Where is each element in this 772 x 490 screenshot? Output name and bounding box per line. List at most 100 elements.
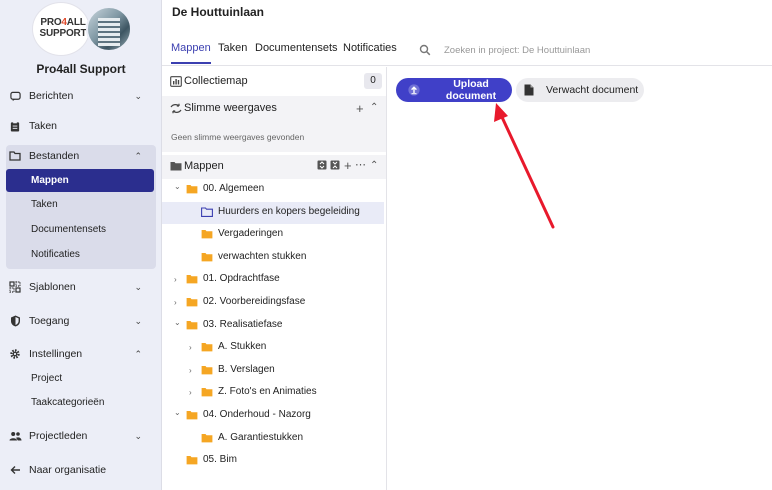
expected-document-label: Verwacht document	[546, 84, 639, 96]
sidebar-sub-taakcategorieen[interactable]: Taakcategorieën	[6, 391, 154, 414]
chevron-right-icon[interactable]: ›	[174, 275, 182, 284]
chevron-up-icon[interactable]: ⌃	[370, 160, 378, 171]
tree-folder-row[interactable]: ⌄ 04. Onderhoud - Nazorg	[162, 405, 384, 427]
collectiemap-row[interactable]: Collectiemap 0	[162, 70, 386, 92]
chevron-down-icon[interactable]: ⌄	[134, 431, 142, 442]
sidebar-item-projectleden[interactable]: Projectleden ⌄	[8, 425, 154, 447]
sidebar-sub-notificaties[interactable]: Notificaties	[6, 243, 154, 266]
chevron-down-icon[interactable]: ⌄	[174, 318, 182, 327]
chevron-right-icon[interactable]: ›	[189, 366, 197, 375]
tree-folder-row[interactable]: Huurders en kopers begeleiding	[162, 201, 384, 224]
tree-folder-row[interactable]: 05. Bim	[162, 450, 384, 472]
smart-views-icon	[170, 103, 182, 114]
chevron-right-icon[interactable]: ›	[189, 343, 197, 352]
folders-header[interactable]: Mappen + ⋯ ⌃	[162, 155, 386, 177]
page-title: De Houttuinlaan	[172, 5, 264, 19]
shield-icon	[8, 315, 22, 327]
folder-icon	[201, 365, 213, 375]
pro4all-logo: PRO4ALL SUPPORT	[32, 2, 90, 56]
sidebar-item-berichten[interactable]: Berichten ⌄	[8, 85, 154, 107]
tab-taken[interactable]: Taken	[218, 42, 247, 64]
tree-folder-row[interactable]: › 01. Opdrachtfase	[162, 269, 384, 291]
tree-folder-label: 03. Realisatiefase	[203, 318, 283, 330]
people-icon	[8, 431, 22, 441]
smart-views-empty-text: Geen slimme weergaves gevonden	[171, 132, 305, 142]
tree-folder-row[interactable]: › A. Stukken	[162, 337, 384, 359]
upload-icon	[408, 84, 420, 96]
sidebar-item-label: Instellingen	[29, 348, 83, 360]
chevron-right-icon[interactable]: ›	[174, 298, 182, 307]
tree-folder-label: Z. Foto's en Animaties	[218, 386, 317, 398]
plus-icon[interactable]: +	[344, 158, 352, 173]
tree-folder-row[interactable]: verwachten stukken	[162, 247, 384, 269]
collapse-all-icon[interactable]	[317, 160, 327, 173]
sidebar-item-bestanden[interactable]: Bestanden ⌃	[8, 145, 154, 167]
gear-icon	[8, 348, 22, 360]
folders-label: Mappen	[184, 160, 224, 172]
folder-icon	[8, 151, 22, 161]
tree-folder-label: 02. Voorbereidingsfase	[203, 296, 306, 307]
clipboard-icon	[8, 120, 22, 132]
chevron-down-icon[interactable]: ⌄	[174, 408, 182, 417]
tree-folder-row[interactable]: ⌄ 03. Realisatiefase	[162, 315, 384, 337]
smart-views-label: Slimme weergaves	[184, 102, 277, 114]
tree-folder-row[interactable]: › B. Verslagen	[162, 360, 384, 382]
plus-icon[interactable]: +	[356, 101, 364, 116]
chevron-down-icon[interactable]: ⌄	[134, 316, 142, 327]
project-photo	[86, 6, 132, 52]
tree-folder-label: 00. Algemeen	[203, 183, 265, 194]
sidebar-item-instellingen[interactable]: Instellingen ⌃	[8, 343, 154, 365]
chevron-down-icon[interactable]: ⌄	[134, 282, 142, 293]
folder-icon	[201, 342, 213, 352]
tab-mappen[interactable]: Mappen	[171, 42, 211, 64]
tree-folder-row[interactable]: Vergaderingen	[162, 224, 384, 246]
chevron-down-icon[interactable]: ⌄	[174, 182, 182, 191]
tree-folder-label: 04. Onderhoud - Nazorg	[203, 409, 311, 420]
chevron-up-icon[interactable]: ⌃	[134, 349, 142, 360]
chevron-up-icon[interactable]: ⌃	[134, 151, 142, 162]
tab-documentensets[interactable]: Documentensets	[255, 42, 338, 64]
tree-folder-row[interactable]: ⌄ 00. Algemeen	[162, 179, 384, 201]
template-icon	[8, 281, 22, 293]
chevron-down-icon[interactable]: ⌄	[134, 91, 142, 102]
sidebar-item-taken[interactable]: Taken	[8, 115, 154, 137]
project-header: De Houttuinlaan Mappen Taken Documentens…	[162, 0, 772, 66]
sidebar-item-toegang[interactable]: Toegang ⌄	[8, 310, 154, 332]
expand-all-icon[interactable]	[330, 160, 340, 173]
sidebar-sub-documentensets[interactable]: Documentensets	[6, 218, 154, 241]
sidebar-item-sjablonen[interactable]: Sjablonen ⌄	[8, 276, 154, 298]
tree-folder-label: B. Verslagen	[218, 363, 275, 375]
chevron-right-icon[interactable]: ›	[189, 388, 197, 397]
sidebar-sub-taken[interactable]: Taken	[6, 193, 154, 216]
tab-notificaties[interactable]: Notificaties	[343, 42, 397, 64]
folder-icon	[201, 433, 213, 443]
tree-folder-row[interactable]: A. Garantiestukken	[162, 428, 384, 450]
sidebar-sub-mappen[interactable]: Mappen	[6, 169, 154, 192]
folder-icon	[201, 252, 213, 262]
folder-icon	[186, 410, 198, 420]
sidebar-item-label: Taken	[29, 120, 58, 132]
folder-icon	[186, 297, 198, 307]
search-input[interactable]	[444, 42, 764, 58]
folder-panel: Collectiemap 0 Slimme weergaves + ⌃ Geen…	[162, 67, 387, 490]
sidebar-sub-project[interactable]: Project	[6, 367, 154, 390]
folder-icon	[186, 320, 198, 330]
more-icon[interactable]: ⋯	[355, 158, 366, 171]
tree-folder-label: Huurders en kopers begeleiding	[218, 205, 360, 217]
upload-document-label: Upload document	[445, 78, 497, 102]
chevron-up-icon[interactable]: ⌃	[370, 102, 378, 113]
document-icon	[524, 84, 536, 96]
arrow-left-icon	[8, 465, 22, 475]
expected-document-button[interactable]: Verwacht document	[516, 78, 644, 102]
tree-folder-row[interactable]: › 02. Voorbereidingsfase	[162, 292, 384, 314]
tree-folder-label: A. Garantiestukken	[218, 431, 304, 443]
org-logo[interactable]: PRO4ALL SUPPORT	[32, 2, 132, 56]
sidebar-item-naar-organisatie[interactable]: Naar organisatie	[8, 459, 154, 481]
folder-icon	[201, 387, 213, 397]
tree-folder-row[interactable]: › Z. Foto's en Animaties	[162, 382, 384, 404]
smart-views-header[interactable]: Slimme weergaves + ⌃	[162, 97, 386, 119]
chat-icon	[8, 91, 22, 102]
sidebar-item-label: Sjablonen	[29, 281, 76, 293]
search-icon	[419, 44, 431, 56]
upload-document-button[interactable]: Upload document	[396, 78, 512, 102]
